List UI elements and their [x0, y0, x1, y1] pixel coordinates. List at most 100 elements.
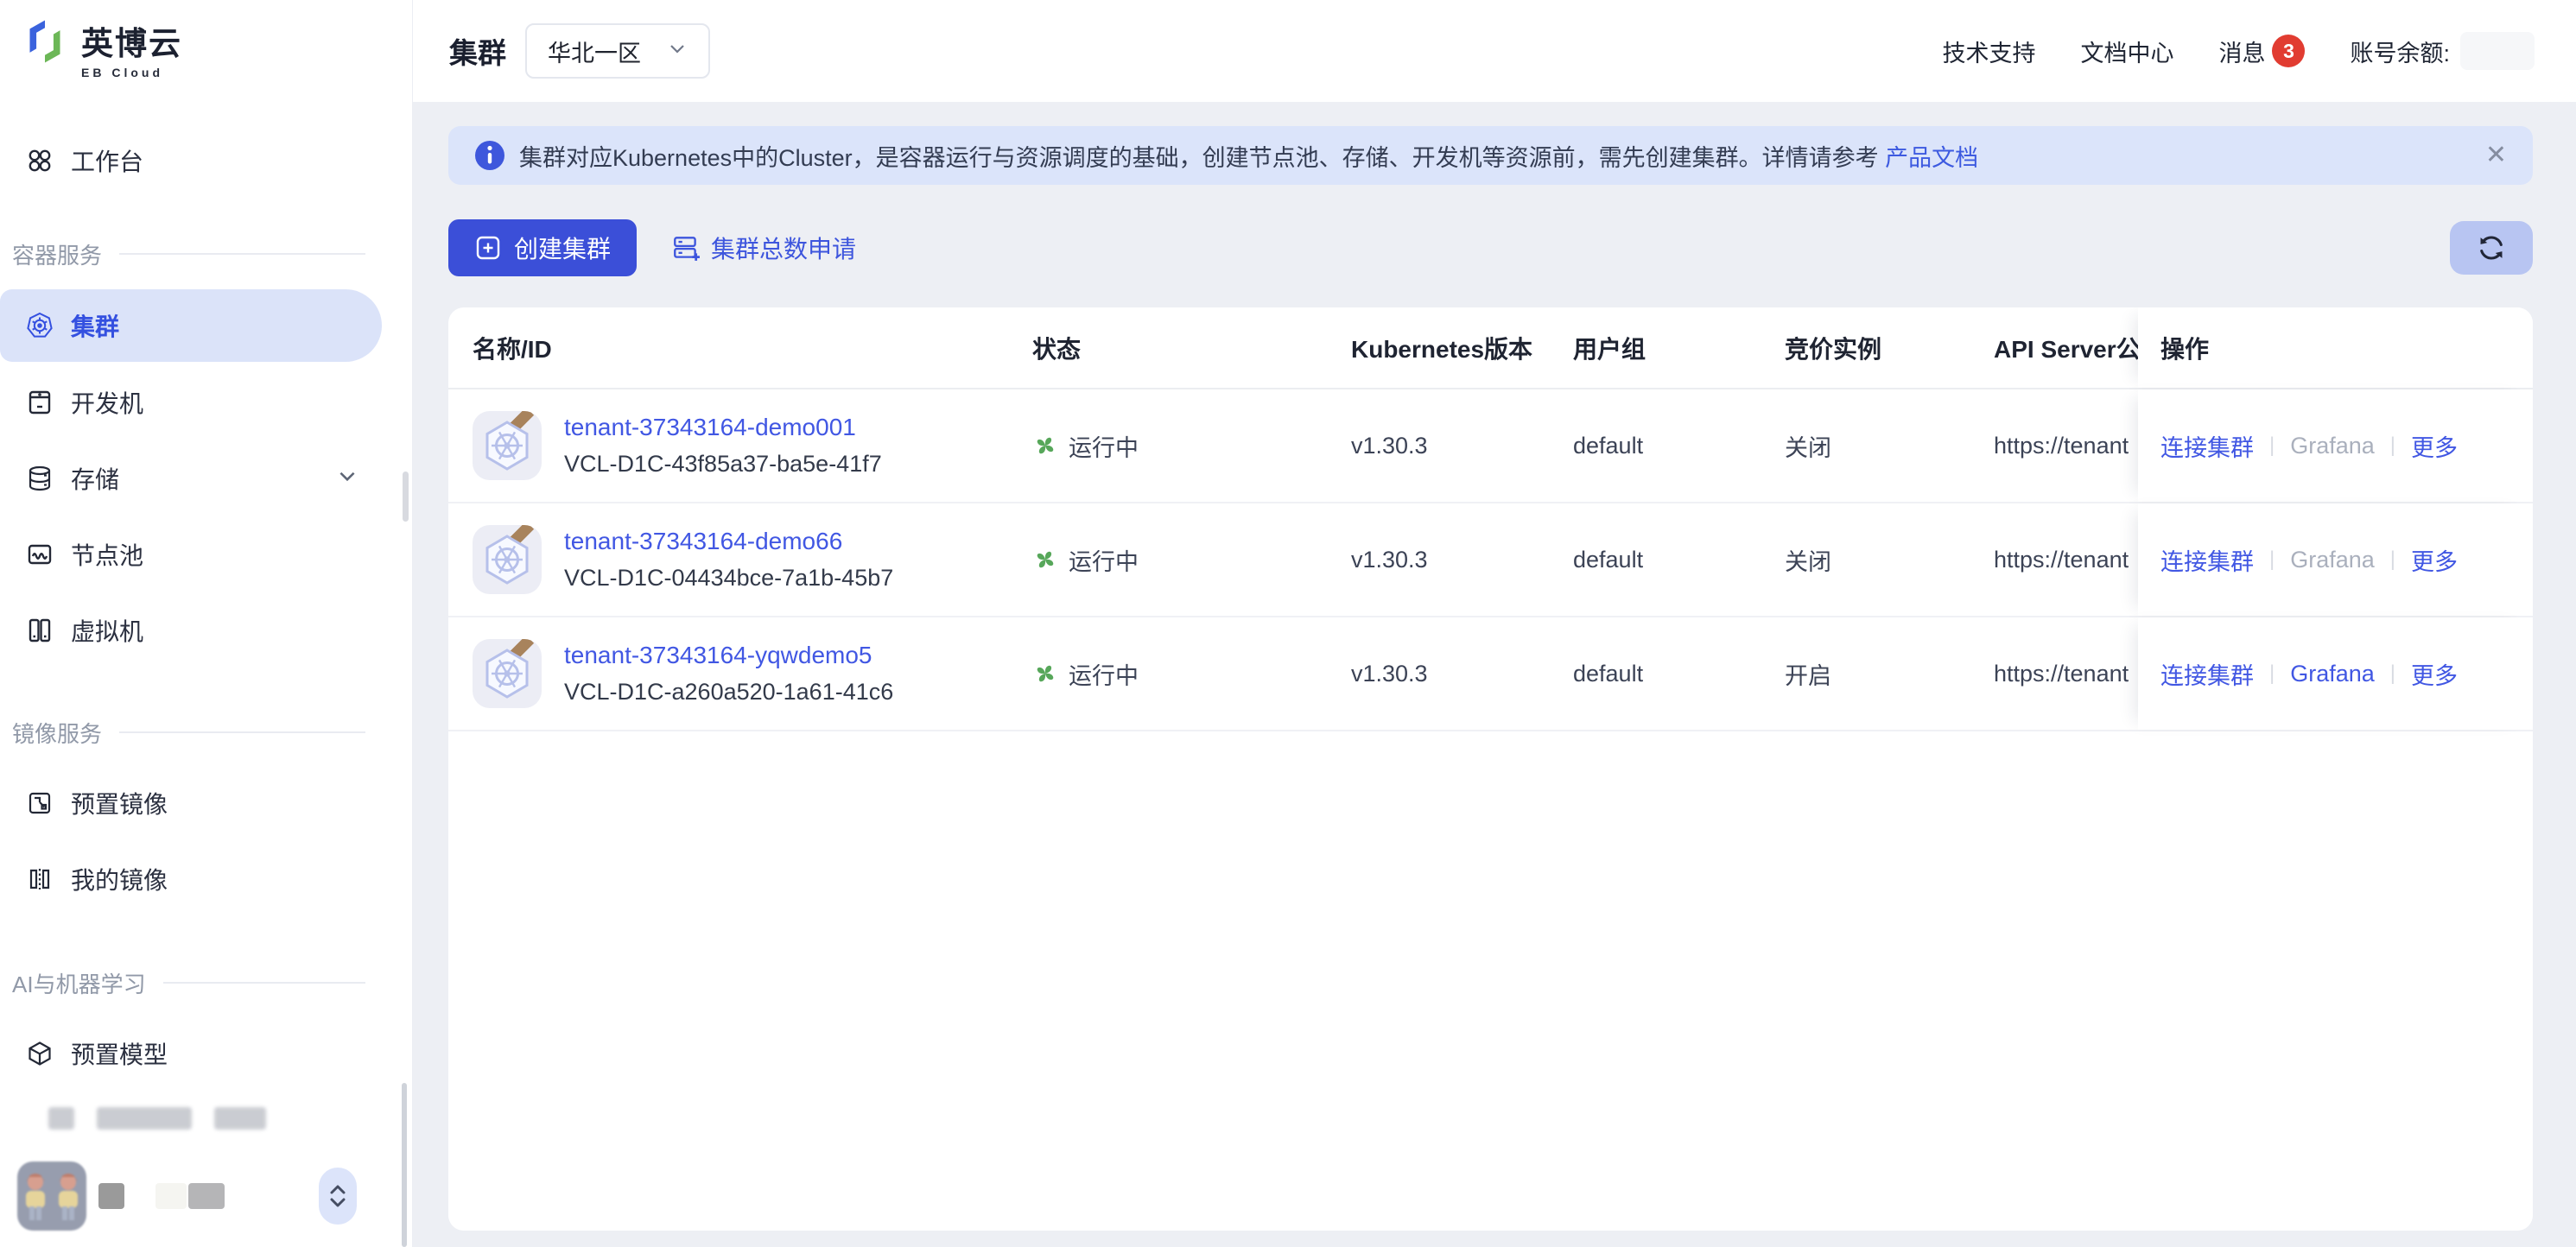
table-row: tenant-37343164-demo66 VCL-D1C-04434bce-…	[448, 503, 2533, 617]
api-server-url: https://tenant	[1994, 661, 2138, 687]
devmachine-icon	[26, 389, 54, 416]
sidebar: 英博云 EB Cloud 工作台 容器服务	[0, 0, 413, 1247]
api-server-url: https://tenant	[1994, 433, 2138, 459]
sidebar-section-container-services: 容器服务	[0, 235, 412, 273]
pinwheel-status-icon	[1032, 661, 1058, 687]
k8s-version: v1.30.3	[1351, 661, 1573, 687]
info-icon	[474, 140, 505, 171]
close-icon[interactable]: ✕	[2485, 142, 2507, 168]
sidebar-item-vm[interactable]: 虚拟机	[0, 592, 412, 668]
col-header-version: Kubernetes版本	[1351, 331, 1573, 365]
user-group: default	[1573, 547, 1785, 573]
connect-cluster-link[interactable]: 连接集群	[2160, 543, 2254, 577]
avatar[interactable]	[17, 1162, 86, 1231]
cluster-quota-request-link[interactable]: 集群总数申请	[671, 231, 856, 265]
table-row: tenant-37343164-yqwdemo5 VCL-D1C-a260a52…	[448, 617, 2533, 731]
col-header-name: 名称/ID	[448, 331, 1032, 365]
redacted-username-block	[98, 1183, 124, 1209]
my-image-icon	[26, 865, 54, 893]
sidebar-item-storage[interactable]: 存储	[0, 440, 412, 516]
user-area	[0, 1133, 412, 1247]
cluster-id: VCL-D1C-04434bce-7a1b-45b7	[564, 565, 893, 592]
sidebar-scrollbar-thumb[interactable]	[403, 472, 409, 522]
more-link[interactable]: 更多	[2411, 543, 2458, 577]
docs-link[interactable]: 文档中心	[2080, 35, 2173, 68]
brand-logo-icon	[21, 17, 69, 72]
cluster-id: VCL-D1C-43f85a37-ba5e-41f7	[564, 451, 882, 478]
spot-instance-state: 开启	[1785, 657, 1994, 691]
col-header-spot: 竞价实例	[1785, 331, 1994, 365]
redacted-balance-value	[2460, 32, 2535, 70]
section-label: 镜像服务	[12, 717, 102, 749]
cluster-id: VCL-D1C-a260a520-1a61-41c6	[564, 679, 893, 706]
sidebar-item-devmachine[interactable]: 开发机	[0, 364, 412, 440]
sidebar-nav: 工作台 容器服务 集群	[0, 135, 412, 1130]
cluster-name-link[interactable]: tenant-37343164-demo66	[564, 528, 893, 555]
sidebar-section-ai-ml: AI与机器学习	[0, 964, 412, 1002]
page-title: 集群	[449, 30, 506, 72]
sidebar-item-label: 开发机	[71, 385, 143, 420]
pinwheel-status-icon	[1032, 433, 1058, 459]
server-plus-icon	[671, 233, 701, 263]
redacted-text-block	[188, 1183, 225, 1209]
table-empty-space	[448, 731, 2533, 1231]
chevron-down-icon[interactable]	[336, 465, 358, 493]
support-link[interactable]: 技术支持	[1942, 35, 2035, 68]
region-selector-value: 华北一区	[548, 35, 641, 68]
grafana-link[interactable]: Grafana	[2290, 661, 2375, 687]
cluster-name-link[interactable]: tenant-37343164-demo001	[564, 414, 882, 441]
status-running: 运行中	[1032, 543, 1351, 577]
region-selector[interactable]: 华北一区	[525, 23, 710, 79]
nodepool-icon	[26, 541, 54, 568]
sidebar-scrollbar-track[interactable]	[402, 1083, 407, 1247]
sidebar-item-label: 存储	[71, 461, 119, 496]
col-header-status: 状态	[1032, 331, 1351, 365]
preset-model-icon	[26, 1040, 54, 1067]
sidebar-item-nodepool[interactable]: 节点池	[0, 516, 412, 592]
grafana-link: Grafana	[2290, 547, 2375, 573]
user-group: default	[1573, 433, 1785, 459]
status-text: 运行中	[1069, 657, 1139, 691]
cluster-icon	[473, 411, 542, 480]
sidebar-item-cluster[interactable]: 集群	[0, 289, 382, 362]
table-header-row: 名称/ID 状态 Kubernetes版本 用户组 竞价实例 API Serve…	[448, 307, 2533, 389]
kubernetes-icon	[26, 312, 54, 339]
more-link[interactable]: 更多	[2411, 429, 2458, 463]
sidebar-section-image-services: 镜像服务	[0, 713, 412, 751]
account-switcher-button[interactable]	[319, 1168, 357, 1225]
sidebar-item-my-images[interactable]: 我的镜像	[0, 841, 412, 917]
sidebar-item-preset-models[interactable]: 预置模型	[0, 1016, 412, 1092]
connect-cluster-link[interactable]: 连接集群	[2160, 429, 2254, 463]
section-label: AI与机器学习	[12, 967, 146, 999]
create-cluster-button[interactable]: 创建集群	[448, 219, 637, 276]
chevron-down-icon	[667, 38, 688, 65]
storage-icon	[26, 465, 54, 492]
balance-label: 账号余额:	[2350, 35, 2450, 68]
section-divider	[119, 731, 365, 733]
sidebar-item-preset-images[interactable]: 预置镜像	[0, 765, 412, 841]
topbar: 集群 华北一区 技术支持 文档中心 消息 3 账号余额:	[413, 0, 2576, 102]
section-label: 容器服务	[12, 238, 102, 270]
sidebar-item-label: 虚拟机	[71, 613, 143, 648]
spot-instance-state: 关闭	[1785, 543, 1994, 577]
col-header-usergroup: 用户组	[1573, 331, 1785, 365]
partially-hidden-item	[48, 1107, 412, 1130]
banner-text: 集群对应Kubernetes中的Cluster，是容器运行与资源调度的基础，创建…	[519, 145, 1879, 171]
info-banner: 集群对应Kubernetes中的Cluster，是容器运行与资源调度的基础，创建…	[448, 126, 2533, 185]
sidebar-item-label: 集群	[71, 308, 119, 343]
app-window: 英博云 EB Cloud 工作台 容器服务	[0, 0, 2576, 1247]
connect-cluster-link[interactable]: 连接集群	[2160, 657, 2254, 691]
banner-docs-link[interactable]: 产品文档	[1885, 145, 1978, 171]
sidebar-item-workbench[interactable]: 工作台	[0, 135, 412, 187]
api-server-url: https://tenant	[1994, 547, 2138, 573]
messages-link[interactable]: 消息 3	[2218, 35, 2305, 68]
content-area: 集群对应Kubernetes中的Cluster，是容器运行与资源调度的基础，创建…	[413, 102, 2576, 1247]
sidebar-item-label: 我的镜像	[71, 862, 168, 896]
cluster-name-link[interactable]: tenant-37343164-yqwdemo5	[564, 642, 893, 669]
more-link[interactable]: 更多	[2411, 657, 2458, 691]
sidebar-item-label: 预置镜像	[71, 786, 168, 820]
k8s-version: v1.30.3	[1351, 547, 1573, 573]
k8s-version: v1.30.3	[1351, 433, 1573, 459]
brand-logo[interactable]: 英博云 EB Cloud	[0, 0, 412, 104]
refresh-button[interactable]	[2450, 221, 2533, 275]
